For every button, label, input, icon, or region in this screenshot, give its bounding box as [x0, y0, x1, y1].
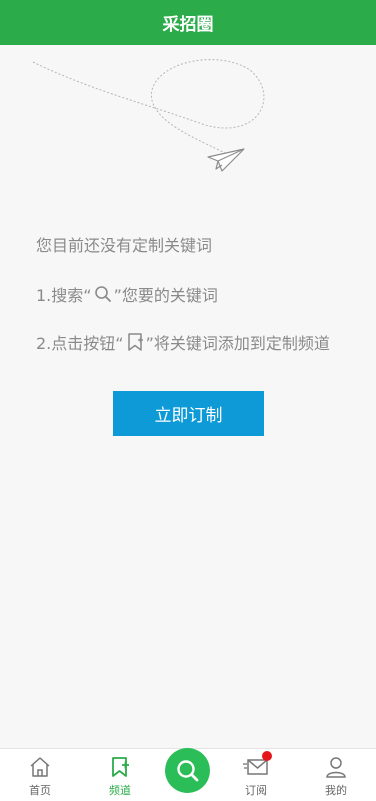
- tab-subscribe-label: 订阅: [245, 784, 267, 797]
- tab-channel-label: 频道: [109, 784, 131, 797]
- tab-home[interactable]: 首页: [10, 749, 70, 801]
- paper-plane-icon: [32, 59, 265, 172]
- tab-mine-label: 我的: [325, 784, 347, 797]
- page-title: 采招圈: [162, 15, 214, 35]
- center-search-button[interactable]: [165, 748, 210, 793]
- instruction-button-suffix: ”将关键词添加到定制频道: [145, 334, 330, 353]
- empty-message-text: 您目前还没有定制关键词: [36, 236, 213, 255]
- subscribe-now-button[interactable]: 立即订制: [113, 391, 264, 436]
- header-bar: 采招圈: [0, 0, 376, 45]
- instruction-search-prefix: 1.搜索“: [36, 286, 92, 305]
- instruction-search: 1.搜索“ ”您要的关键词: [36, 282, 218, 306]
- tab-home-label: 首页: [29, 784, 51, 797]
- tab-mine[interactable]: 我的: [306, 749, 366, 801]
- empty-message: 您目前还没有定制关键词: [36, 232, 212, 256]
- notification-badge: [262, 751, 272, 761]
- home-icon: [28, 755, 52, 779]
- user-icon: [324, 755, 348, 779]
- bookmark-add-icon: [126, 332, 144, 352]
- instruction-search-suffix: ”您要的关键词: [113, 286, 218, 305]
- search-icon: [94, 285, 112, 303]
- tab-channel[interactable]: 频道: [90, 749, 150, 801]
- instruction-button: 2.点击按钮“ ”将关键词添加到定制频道: [36, 330, 330, 354]
- bookmark-add-icon: [108, 755, 132, 779]
- tab-subscribe[interactable]: 订阅: [226, 749, 286, 801]
- instruction-button-prefix: 2.点击按钮“: [36, 334, 124, 353]
- search-icon: [176, 759, 198, 781]
